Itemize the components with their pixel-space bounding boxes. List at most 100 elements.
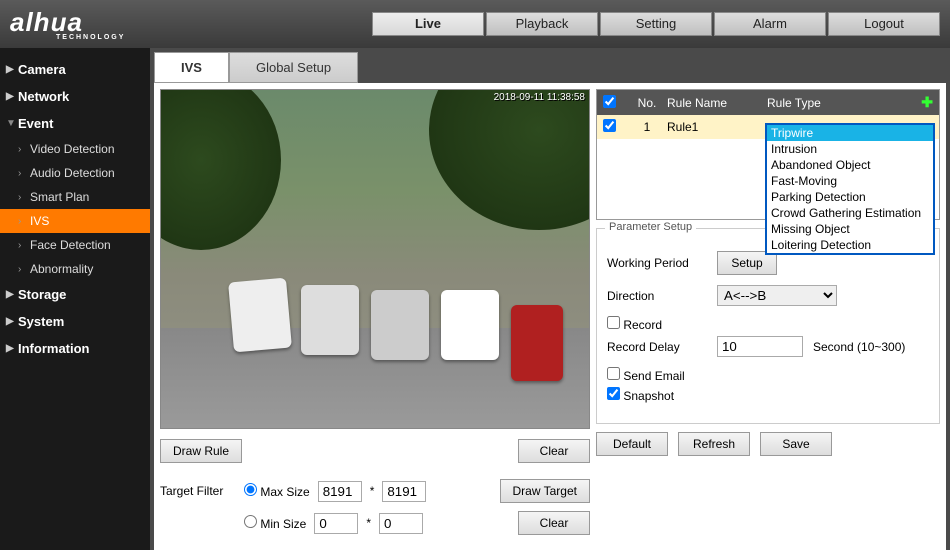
preview-car xyxy=(301,285,359,355)
param-legend: Parameter Setup xyxy=(605,221,696,233)
draw-target-button[interactable]: Draw Target xyxy=(500,479,590,503)
rules-header: No. Rule Name Rule Type ✚ xyxy=(597,90,939,115)
chevron-down-icon: ▼ xyxy=(6,118,16,129)
add-rule-icon[interactable]: ✚ xyxy=(921,94,933,111)
size-separator: * xyxy=(366,516,371,530)
type-option-parking[interactable]: Parking Detection xyxy=(767,189,933,205)
clear-target-button[interactable]: Clear xyxy=(518,511,590,535)
nav-logout[interactable]: Logout xyxy=(828,12,940,36)
max-size-radio[interactable]: Max Size xyxy=(244,483,310,499)
draw-rule-button[interactable]: Draw Rule xyxy=(160,439,242,463)
chevron-right-icon: › xyxy=(18,192,21,203)
sidebar-face-detection[interactable]: ›Face Detection xyxy=(0,233,150,257)
preview-car xyxy=(511,305,563,381)
nav-setting[interactable]: Setting xyxy=(600,12,712,36)
preview-tree xyxy=(160,89,281,250)
max-height-input[interactable] xyxy=(382,481,426,502)
type-option-loitering[interactable]: Loitering Detection xyxy=(767,237,933,253)
sidebar-information[interactable]: ▶Information xyxy=(0,335,150,362)
left-column: 2018-09-11 11:38:58 Draw Rule Clear Targ… xyxy=(160,89,590,549)
subtabs: IVS Global Setup xyxy=(150,48,950,83)
record-row: Record xyxy=(607,316,929,332)
sidebar-smart-plan[interactable]: ›Smart Plan xyxy=(0,185,150,209)
sidebar-abnormality[interactable]: ›Abnormality xyxy=(0,257,150,281)
chevron-right-icon: ▶ xyxy=(6,343,14,354)
video-preview[interactable]: 2018-09-11 11:38:58 xyxy=(160,89,590,429)
chevron-right-icon: ▶ xyxy=(6,91,14,102)
row-name[interactable]: Rule1 xyxy=(667,120,767,134)
body: ▶Camera ▶Network ▼Event ›Video Detection… xyxy=(0,48,950,550)
sidebar-audio-detection[interactable]: ›Audio Detection xyxy=(0,161,150,185)
default-button[interactable]: Default xyxy=(596,432,668,456)
subtab-global-setup[interactable]: Global Setup xyxy=(229,52,358,83)
preview-car xyxy=(371,290,429,360)
main-nav: Live Playback Setting Alarm Logout xyxy=(372,12,940,36)
record-checkbox[interactable]: Record xyxy=(607,316,662,332)
type-option-fast[interactable]: Fast-Moving xyxy=(767,173,933,189)
save-button[interactable]: Save xyxy=(760,432,832,456)
working-period-label: Working Period xyxy=(607,256,707,270)
parameter-setup: Parameter Setup Working Period Setup Dir… xyxy=(596,228,940,424)
sidebar-storage[interactable]: ▶Storage xyxy=(0,281,150,308)
main-panel: 2018-09-11 11:38:58 Draw Rule Clear Targ… xyxy=(154,83,946,555)
preview-car xyxy=(228,278,292,353)
max-width-input[interactable] xyxy=(318,481,362,502)
sidebar-camera[interactable]: ▶Camera xyxy=(0,56,150,83)
select-all-checkbox[interactable] xyxy=(603,95,627,111)
nav-live[interactable]: Live xyxy=(372,12,484,36)
size-separator: * xyxy=(370,484,375,498)
type-option-tripwire[interactable]: Tripwire xyxy=(767,125,933,141)
type-option-intrusion[interactable]: Intrusion xyxy=(767,141,933,157)
type-option-crowd[interactable]: Crowd Gathering Estimation xyxy=(767,205,933,221)
record-delay-row: Record Delay Second (10~300) xyxy=(607,336,929,357)
send-email-checkbox[interactable]: Send Email xyxy=(607,367,685,383)
target-filter-label: Target Filter xyxy=(160,484,236,498)
chevron-right-icon: › xyxy=(18,240,21,251)
chevron-right-icon: ▶ xyxy=(6,64,14,75)
rule-type-dropdown[interactable]: Tripwire Intrusion Abandoned Object Fast… xyxy=(765,123,935,255)
subtab-ivs[interactable]: IVS xyxy=(154,52,229,83)
brand-sub: TECHNOLOGY xyxy=(56,34,125,41)
chevron-right-icon: › xyxy=(18,144,21,155)
type-option-missing[interactable]: Missing Object xyxy=(767,221,933,237)
row-no: 1 xyxy=(627,120,667,134)
direction-select[interactable]: A<-->B xyxy=(717,285,837,306)
direction-row: Direction A<-->B xyxy=(607,285,929,306)
clear-rule-button[interactable]: Clear xyxy=(518,439,590,463)
record-delay-label: Record Delay xyxy=(607,340,707,354)
row-checkbox[interactable] xyxy=(603,119,627,135)
sidebar-system[interactable]: ▶System xyxy=(0,308,150,335)
rule-buttons: Draw Rule Clear xyxy=(160,439,590,463)
bottom-buttons: Default Refresh Save xyxy=(596,432,940,456)
record-delay-input[interactable] xyxy=(717,336,803,357)
right-column: No. Rule Name Rule Type ✚ 1 Rule1 Tripwi… xyxy=(596,89,940,549)
chevron-right-icon: ▶ xyxy=(6,289,14,300)
nav-playback[interactable]: Playback xyxy=(486,12,598,36)
type-option-abandoned[interactable]: Abandoned Object xyxy=(767,157,933,173)
brand-name: alhua xyxy=(10,7,83,37)
preview-tree xyxy=(429,89,590,230)
send-email-row: Send Email xyxy=(607,367,929,383)
table-row[interactable]: 1 Rule1 Tripwire Intrusion Abandoned Obj… xyxy=(597,115,939,139)
min-height-input[interactable] xyxy=(379,513,423,534)
min-width-input[interactable] xyxy=(314,513,358,534)
snapshot-row: Snapshot xyxy=(607,387,929,403)
refresh-button[interactable]: Refresh xyxy=(678,432,750,456)
preview-car xyxy=(441,290,499,360)
col-name-header: Rule Name xyxy=(667,96,767,110)
rules-table: No. Rule Name Rule Type ✚ 1 Rule1 Tripwi… xyxy=(596,89,940,220)
target-filter-min: Min Size * Clear xyxy=(160,511,590,535)
direction-label: Direction xyxy=(607,289,707,303)
nav-alarm[interactable]: Alarm xyxy=(714,12,826,36)
sidebar-video-detection[interactable]: ›Video Detection xyxy=(0,137,150,161)
chevron-right-icon: › xyxy=(18,264,21,275)
sidebar-event[interactable]: ▼Event xyxy=(0,110,150,137)
col-type-header: Rule Type xyxy=(767,96,921,110)
sidebar-ivs[interactable]: ›IVS xyxy=(0,209,150,233)
sidebar-network[interactable]: ▶Network xyxy=(0,83,150,110)
target-filter-max: Target Filter Max Size * Draw Target xyxy=(160,479,590,503)
chevron-right-icon: › xyxy=(18,216,21,227)
chevron-right-icon: ▶ xyxy=(6,316,14,327)
min-size-radio[interactable]: Min Size xyxy=(244,515,306,531)
snapshot-checkbox[interactable]: Snapshot xyxy=(607,387,674,403)
